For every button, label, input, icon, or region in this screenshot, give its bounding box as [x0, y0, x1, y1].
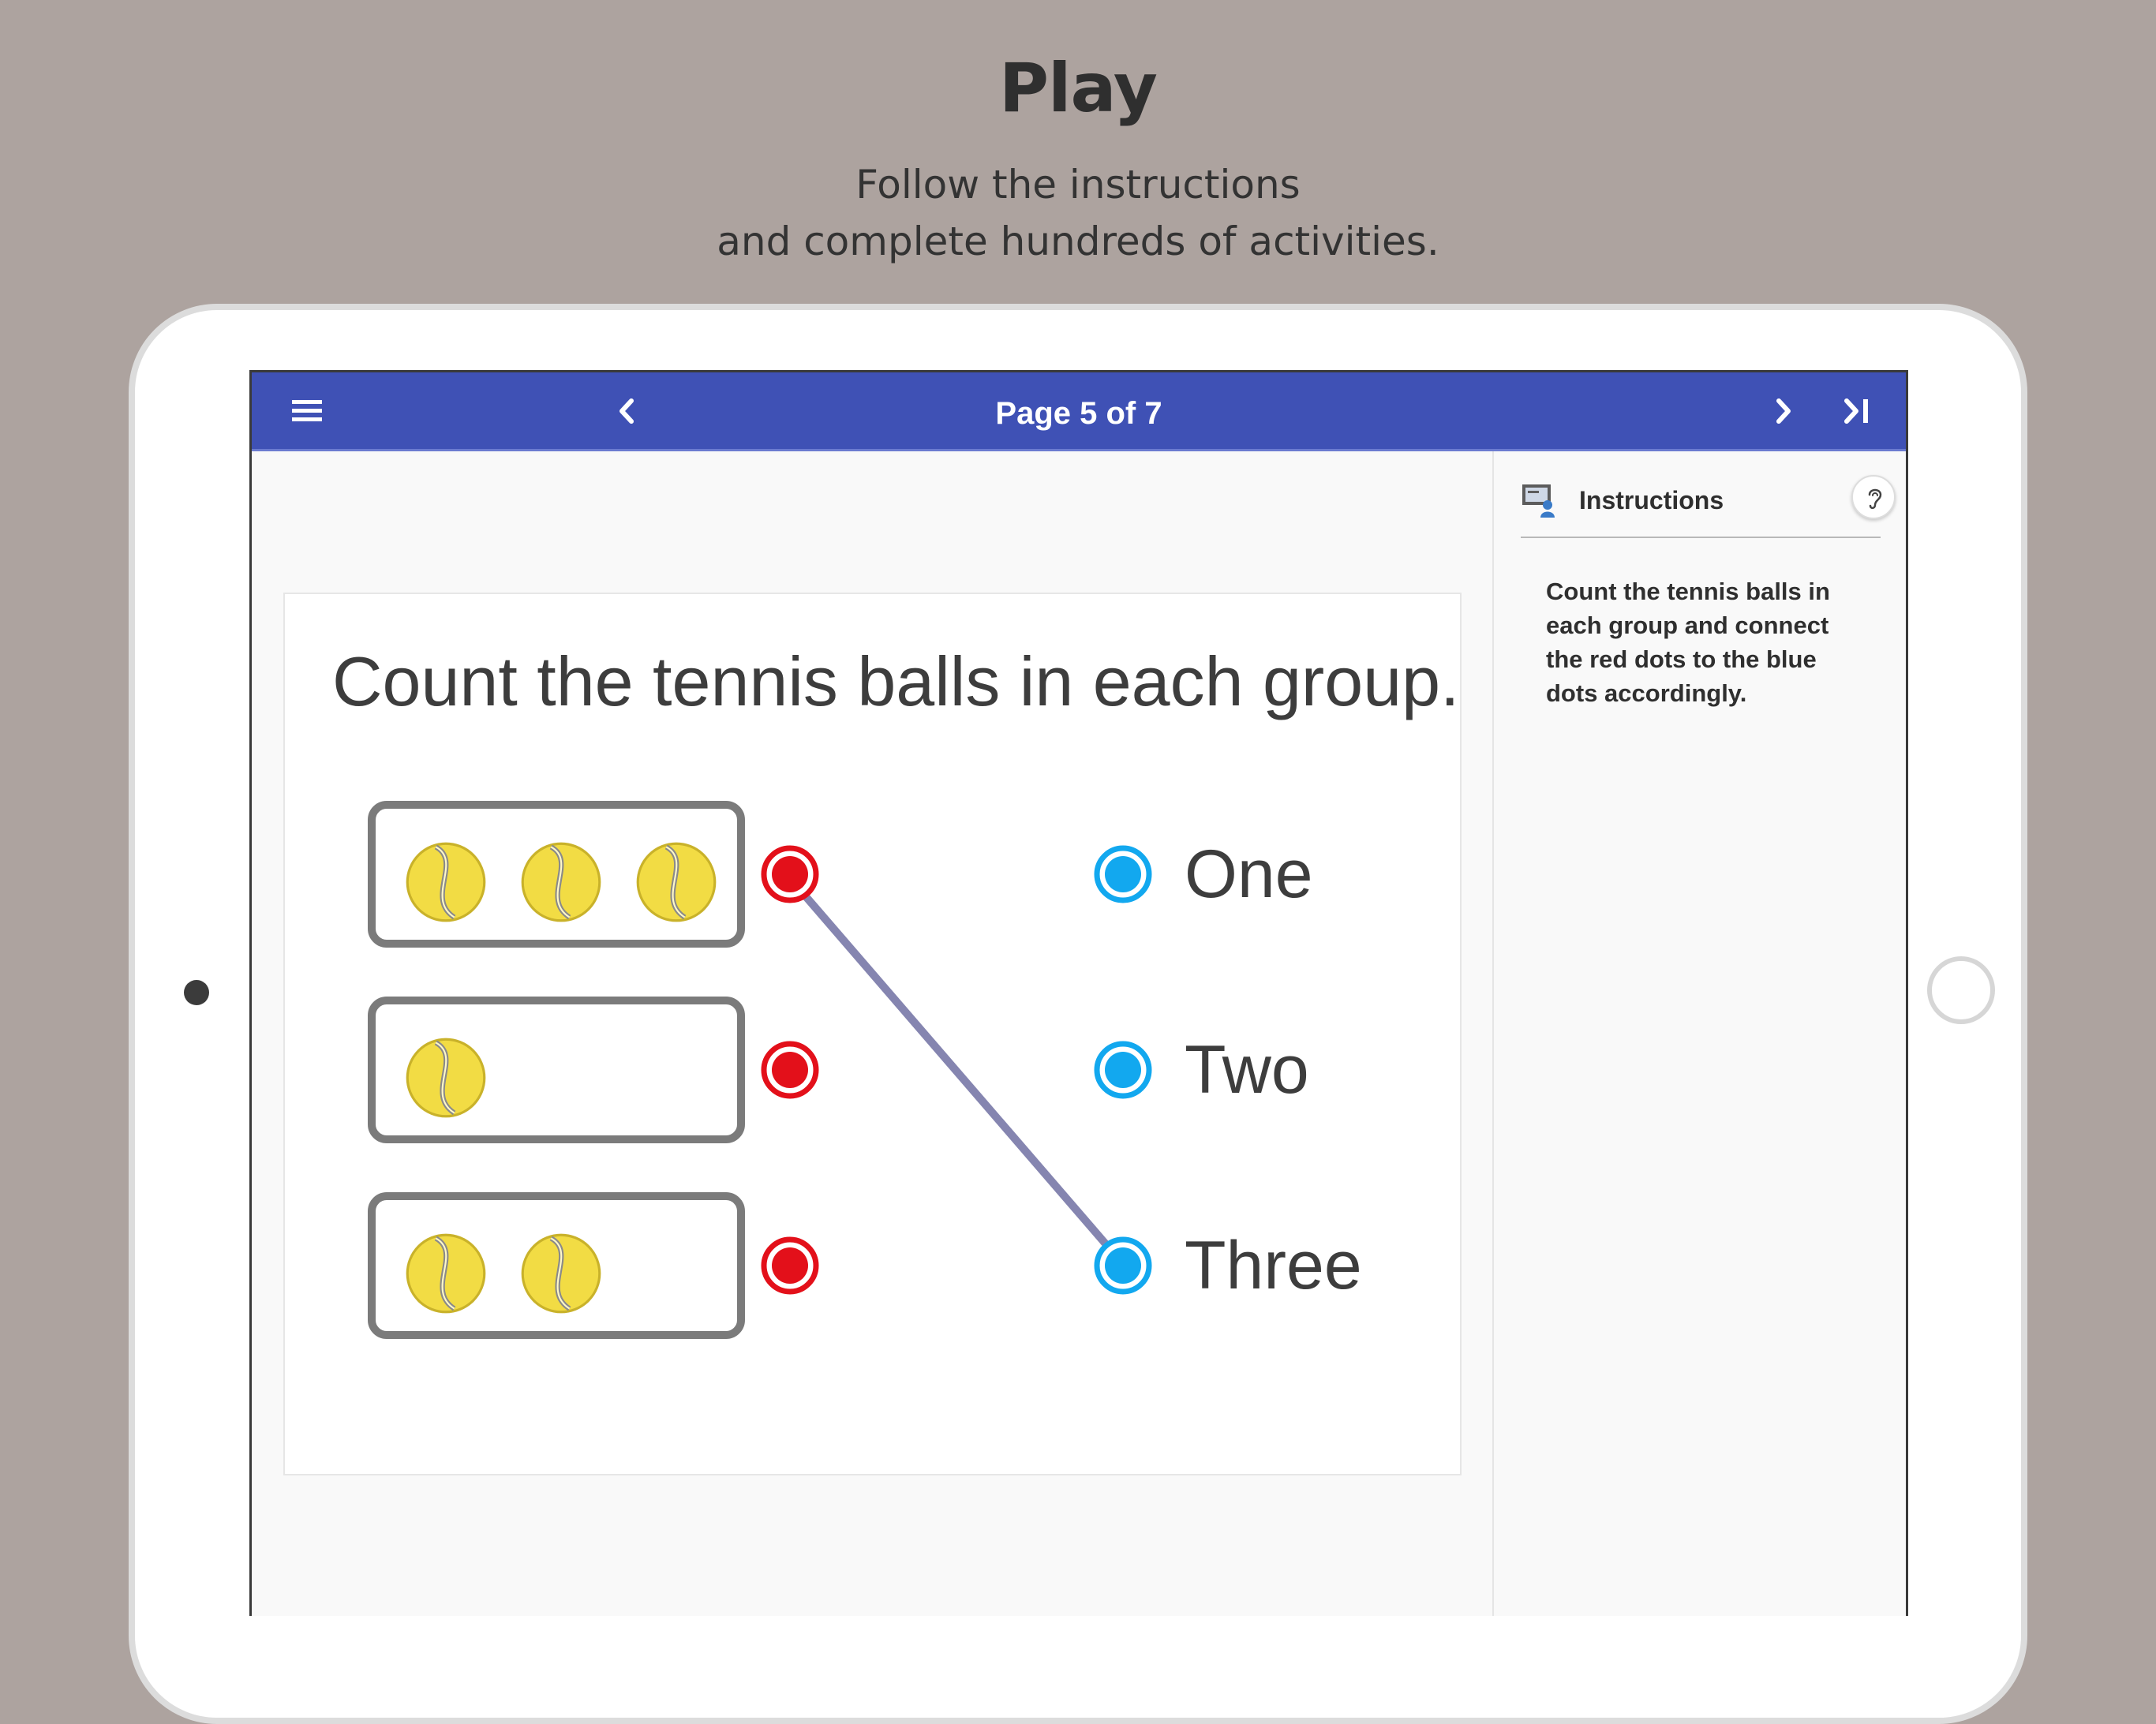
instructions-panel: Instructions Count the tennis balls in e…: [1492, 451, 1906, 1616]
app-screen: Page 5 of 7 Count the tennis balls in ea…: [249, 370, 1908, 1616]
instructions-board-icon: [1522, 484, 1555, 518]
red-dot-2[interactable]: [758, 1038, 822, 1101]
ear-listen-icon: [1868, 488, 1882, 510]
skip-to-end-icon[interactable]: [1838, 391, 1877, 431]
answer-label-two: Two: [1185, 1032, 1309, 1108]
group-box-1: [368, 801, 745, 948]
answer-label-one: One: [1185, 836, 1313, 912]
chevron-right-icon[interactable]: [1764, 391, 1803, 431]
tennis-ball-icon: [406, 1038, 486, 1118]
promo-subtitle-line-2: and complete hundreds of activities.: [717, 219, 1439, 264]
activity-card: Count the tennis balls in each group. On…: [283, 593, 1462, 1475]
red-dot-3[interactable]: [758, 1234, 822, 1297]
tablet-home-button: [1927, 956, 1995, 1024]
answer-label-three: Three: [1185, 1228, 1362, 1303]
tablet-camera: [184, 980, 209, 1005]
promo-title: Play: [999, 49, 1158, 128]
promo-subtitle-line-1: Follow the instructions: [855, 162, 1301, 208]
connection-line: [786, 874, 1127, 1268]
tennis-ball-icon: [521, 1233, 601, 1314]
tennis-ball-icon: [406, 842, 486, 922]
instructions-divider: [1521, 537, 1881, 538]
group-box-3: [368, 1192, 745, 1339]
instructions-text: Count the tennis balls in each group and…: [1546, 578, 1830, 707]
group-box-2: [368, 997, 745, 1143]
tennis-ball-icon: [636, 842, 717, 922]
tennis-ball-icon: [521, 842, 601, 922]
app-bar: Page 5 of 7: [252, 372, 1906, 451]
instructions-header: Instructions: [1579, 486, 1724, 514]
blue-dot-three[interactable]: [1091, 1234, 1155, 1297]
tennis-ball-icon: [406, 1233, 486, 1314]
blue-dot-one[interactable]: [1091, 843, 1155, 906]
blue-dot-two[interactable]: [1091, 1038, 1155, 1101]
page-title: Page 5 of 7: [995, 396, 1162, 431]
listen-button[interactable]: [1851, 475, 1896, 519]
red-dot-1[interactable]: [758, 843, 822, 906]
